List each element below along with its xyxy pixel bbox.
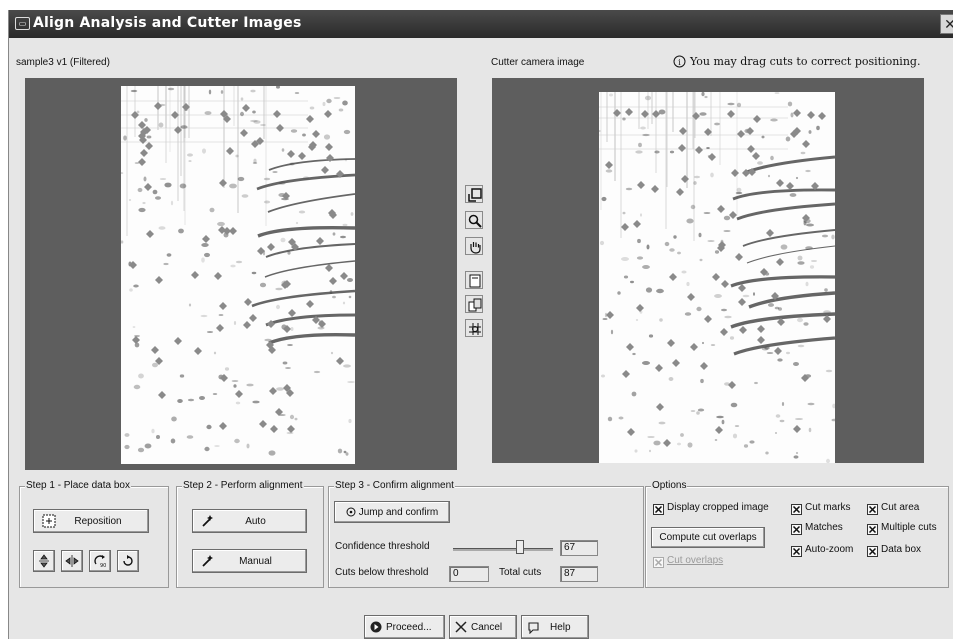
help-label: Help bbox=[550, 621, 571, 633]
step1-group: Step 1 - Place data box bbox=[19, 480, 169, 588]
step1-title: Step 1 - Place data box bbox=[25, 480, 131, 491]
compute-overlaps-label: Compute cut overlaps bbox=[659, 532, 757, 543]
target-icon bbox=[346, 507, 356, 517]
wand-icon bbox=[202, 555, 213, 567]
info-icon: i bbox=[673, 55, 686, 68]
grid-align-icon[interactable] bbox=[465, 319, 483, 337]
right-panel-label: Cutter camera image bbox=[491, 57, 585, 68]
help-button[interactable]: Help bbox=[521, 615, 589, 639]
gel-texture bbox=[121, 86, 355, 456]
drag-hint: i You may drag cuts to correct positioni… bbox=[673, 55, 920, 68]
left-panel-label: sample3 v1 (Filtered) bbox=[16, 57, 110, 68]
step3-title: Step 3 - Confirm alignment bbox=[334, 480, 455, 491]
confidence-slider-thumb[interactable] bbox=[516, 540, 524, 554]
cancel-label: Cancel bbox=[471, 621, 503, 633]
proceed-button[interactable]: Proceed... bbox=[364, 615, 445, 639]
page-icon[interactable] bbox=[465, 271, 483, 289]
manual-label: Manual bbox=[239, 555, 272, 567]
cuts-below-field: 0 bbox=[449, 566, 489, 582]
title-bar[interactable]: ▭ Align Analysis and Cutter Images ✕ bbox=[9, 10, 953, 38]
options-title: Options bbox=[651, 480, 688, 491]
analysis-image-panel[interactable] bbox=[25, 78, 457, 470]
flip-vertical-icon[interactable] bbox=[33, 550, 55, 572]
cut-area-checkbox[interactable] bbox=[867, 504, 878, 515]
auto-align-button[interactable]: Auto bbox=[192, 509, 307, 533]
svg-text:90: 90 bbox=[100, 563, 106, 568]
cut-area-label: Cut area bbox=[881, 502, 920, 513]
rotate-180-icon[interactable] bbox=[117, 550, 139, 572]
drag-hint-text: You may drag cuts to correct positioning… bbox=[690, 55, 921, 68]
cut-overlaps-checkbox bbox=[653, 557, 664, 568]
window-icon: ▭ bbox=[15, 17, 30, 30]
data-box-checkbox[interactable] bbox=[867, 546, 878, 557]
compute-overlaps-button[interactable]: Compute cut overlaps bbox=[651, 527, 765, 548]
reposition-label: Reposition bbox=[74, 515, 122, 527]
cancel-button[interactable]: Cancel bbox=[449, 615, 517, 639]
pan-hand-icon[interactable] bbox=[465, 237, 483, 255]
total-cuts-label: Total cuts bbox=[499, 567, 542, 578]
matches-label: Matches bbox=[805, 522, 843, 533]
multiple-cuts-label: Multiple cuts bbox=[881, 522, 937, 533]
rotate-90-icon[interactable]: 90 bbox=[89, 550, 111, 572]
confidence-value-field[interactable]: 67 bbox=[560, 540, 598, 556]
auto-zoom-checkbox[interactable] bbox=[791, 546, 802, 557]
reposition-icon bbox=[42, 514, 56, 528]
total-cuts-field: 87 bbox=[560, 566, 598, 582]
zoom-icon[interactable] bbox=[465, 211, 483, 229]
analysis-gel-image[interactable] bbox=[121, 86, 355, 464]
reposition-button[interactable]: Reposition bbox=[33, 509, 149, 533]
gel-texture bbox=[599, 92, 835, 463]
cut-marks-label: Cut marks bbox=[805, 502, 851, 513]
cutter-image-panel[interactable] bbox=[492, 78, 924, 463]
auto-zoom-label: Auto-zoom bbox=[805, 544, 854, 555]
svg-text:i: i bbox=[678, 58, 681, 67]
auto-label: Auto bbox=[245, 515, 266, 527]
cutter-camera-image[interactable] bbox=[599, 92, 835, 463]
cancel-icon bbox=[455, 621, 467, 633]
help-icon bbox=[528, 621, 539, 634]
step2-title: Step 2 - Perform alignment bbox=[182, 480, 304, 491]
display-cropped-label: Display cropped image bbox=[667, 502, 769, 513]
copy-icon[interactable] bbox=[465, 295, 483, 313]
jump-confirm-button[interactable]: Jump and confirm bbox=[334, 501, 450, 523]
align-dialog: ▭ Align Analysis and Cutter Images ✕ sam… bbox=[8, 10, 953, 639]
cuts-below-label: Cuts below threshold bbox=[335, 567, 429, 578]
wand-icon bbox=[202, 515, 213, 527]
multiple-cuts-checkbox[interactable] bbox=[867, 524, 878, 535]
close-button[interactable]: ✕ bbox=[940, 14, 953, 34]
display-cropped-checkbox[interactable] bbox=[653, 504, 664, 515]
proceed-icon bbox=[370, 621, 382, 633]
window-title: Align Analysis and Cutter Images bbox=[33, 15, 302, 31]
cut-overlaps-label: Cut overlaps bbox=[667, 555, 724, 566]
crop-box-icon[interactable] bbox=[465, 185, 483, 203]
confidence-label: Confidence threshold bbox=[335, 541, 430, 552]
data-box-label: Data box bbox=[881, 544, 922, 555]
proceed-label: Proceed... bbox=[386, 621, 432, 633]
manual-align-button[interactable]: Manual bbox=[192, 549, 307, 573]
cut-marks-checkbox[interactable] bbox=[791, 504, 802, 515]
matches-checkbox[interactable] bbox=[791, 524, 802, 535]
jump-label: Jump and confirm bbox=[358, 506, 439, 518]
confidence-slider-track[interactable] bbox=[453, 548, 553, 551]
flip-horizontal-icon[interactable] bbox=[61, 550, 83, 572]
